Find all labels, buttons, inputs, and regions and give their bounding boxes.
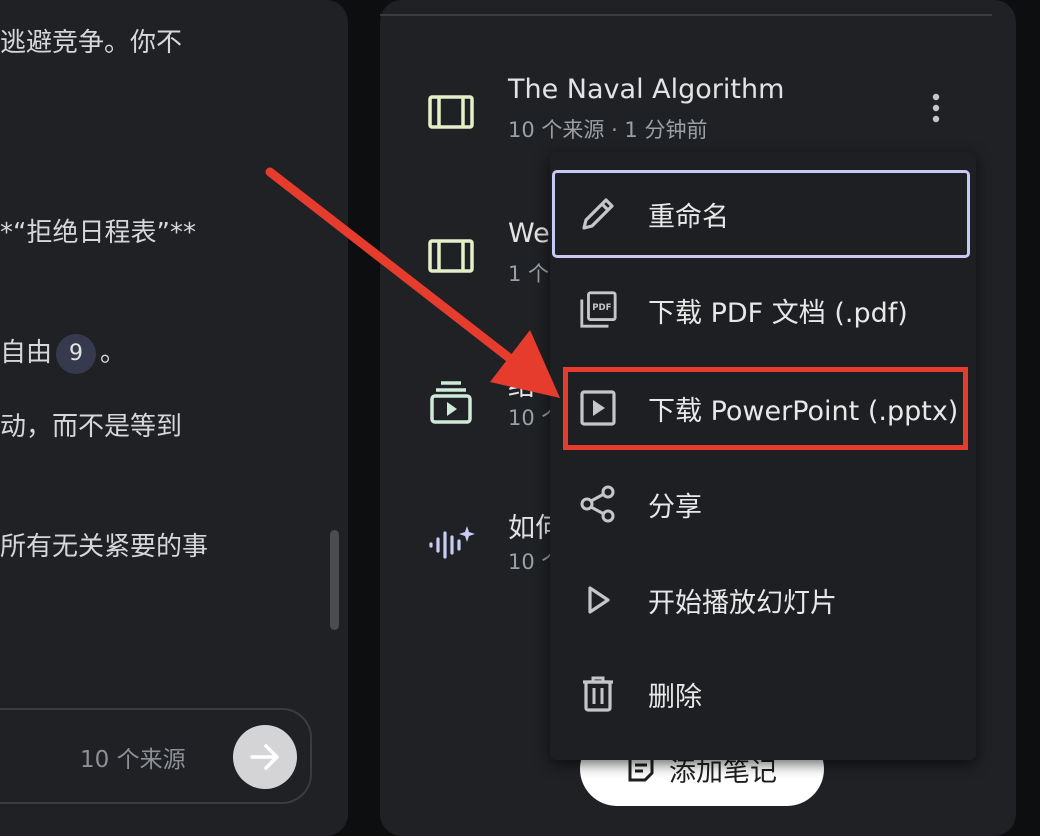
- chat-text-line: 自由 9。: [0, 332, 126, 374]
- menu-item-label: 删除: [648, 681, 702, 713]
- arrow-right-icon: [250, 744, 279, 770]
- annotation-highlight-box: [563, 367, 968, 450]
- citation-badge[interactable]: 9: [56, 333, 97, 374]
- menu-item-label: 下载 PDF 文档 (.pdf): [648, 297, 908, 329]
- slides-icon: [425, 86, 477, 138]
- audio-overview-icon: [425, 518, 477, 570]
- pdf-icon: PDF: [578, 290, 618, 330]
- chat-text-line: 逃避竞争。你不: [0, 28, 183, 58]
- note-subtitle: 10 个来源 · 1 分钟前: [508, 118, 708, 142]
- chat-text: 。: [100, 338, 127, 368]
- share-icon: [578, 484, 618, 524]
- more-options-button[interactable]: [918, 88, 954, 128]
- slides-icon: [425, 230, 477, 282]
- more-vert-icon: [932, 93, 940, 123]
- menu-item-label: 开始播放幻灯片: [648, 587, 837, 619]
- menu-item-label: 分享: [648, 491, 702, 523]
- note-title[interactable]: The Naval Algorithm: [508, 74, 784, 105]
- menu-item-start-slideshow[interactable]: 开始播放幻灯片: [550, 554, 976, 646]
- chat-text-line: 动，而不是等到: [0, 412, 183, 442]
- menu-item-share[interactable]: 分享: [550, 458, 976, 550]
- video-overview-icon: [425, 376, 477, 428]
- chat-panel: 逃避竞争。你不 *“拒绝日程表”** 自由 9。 动，而不是等到 所有无关紧要的事…: [0, 0, 348, 836]
- chat-scrollbar[interactable]: [330, 530, 339, 630]
- chat-text-line: *“拒绝日程表”**: [0, 218, 196, 248]
- note-title[interactable]: 结: [508, 364, 535, 403]
- divider: [380, 14, 992, 16]
- focus-ring: [552, 170, 970, 258]
- play-icon: [578, 580, 618, 620]
- note-subtitle: 1 个: [508, 262, 550, 286]
- chat-text: 自由: [0, 338, 53, 368]
- note-title[interactable]: We: [508, 218, 550, 249]
- svg-text:PDF: PDF: [592, 303, 611, 313]
- menu-item-download-pdf[interactable]: PDF 下载 PDF 文档 (.pdf): [550, 264, 976, 356]
- send-button[interactable]: [233, 725, 297, 789]
- trash-icon: [578, 674, 618, 714]
- chat-text-line: 所有无关紧要的事: [0, 532, 209, 562]
- menu-item-delete[interactable]: 删除: [550, 648, 976, 740]
- source-count: 10 个来源: [80, 747, 186, 773]
